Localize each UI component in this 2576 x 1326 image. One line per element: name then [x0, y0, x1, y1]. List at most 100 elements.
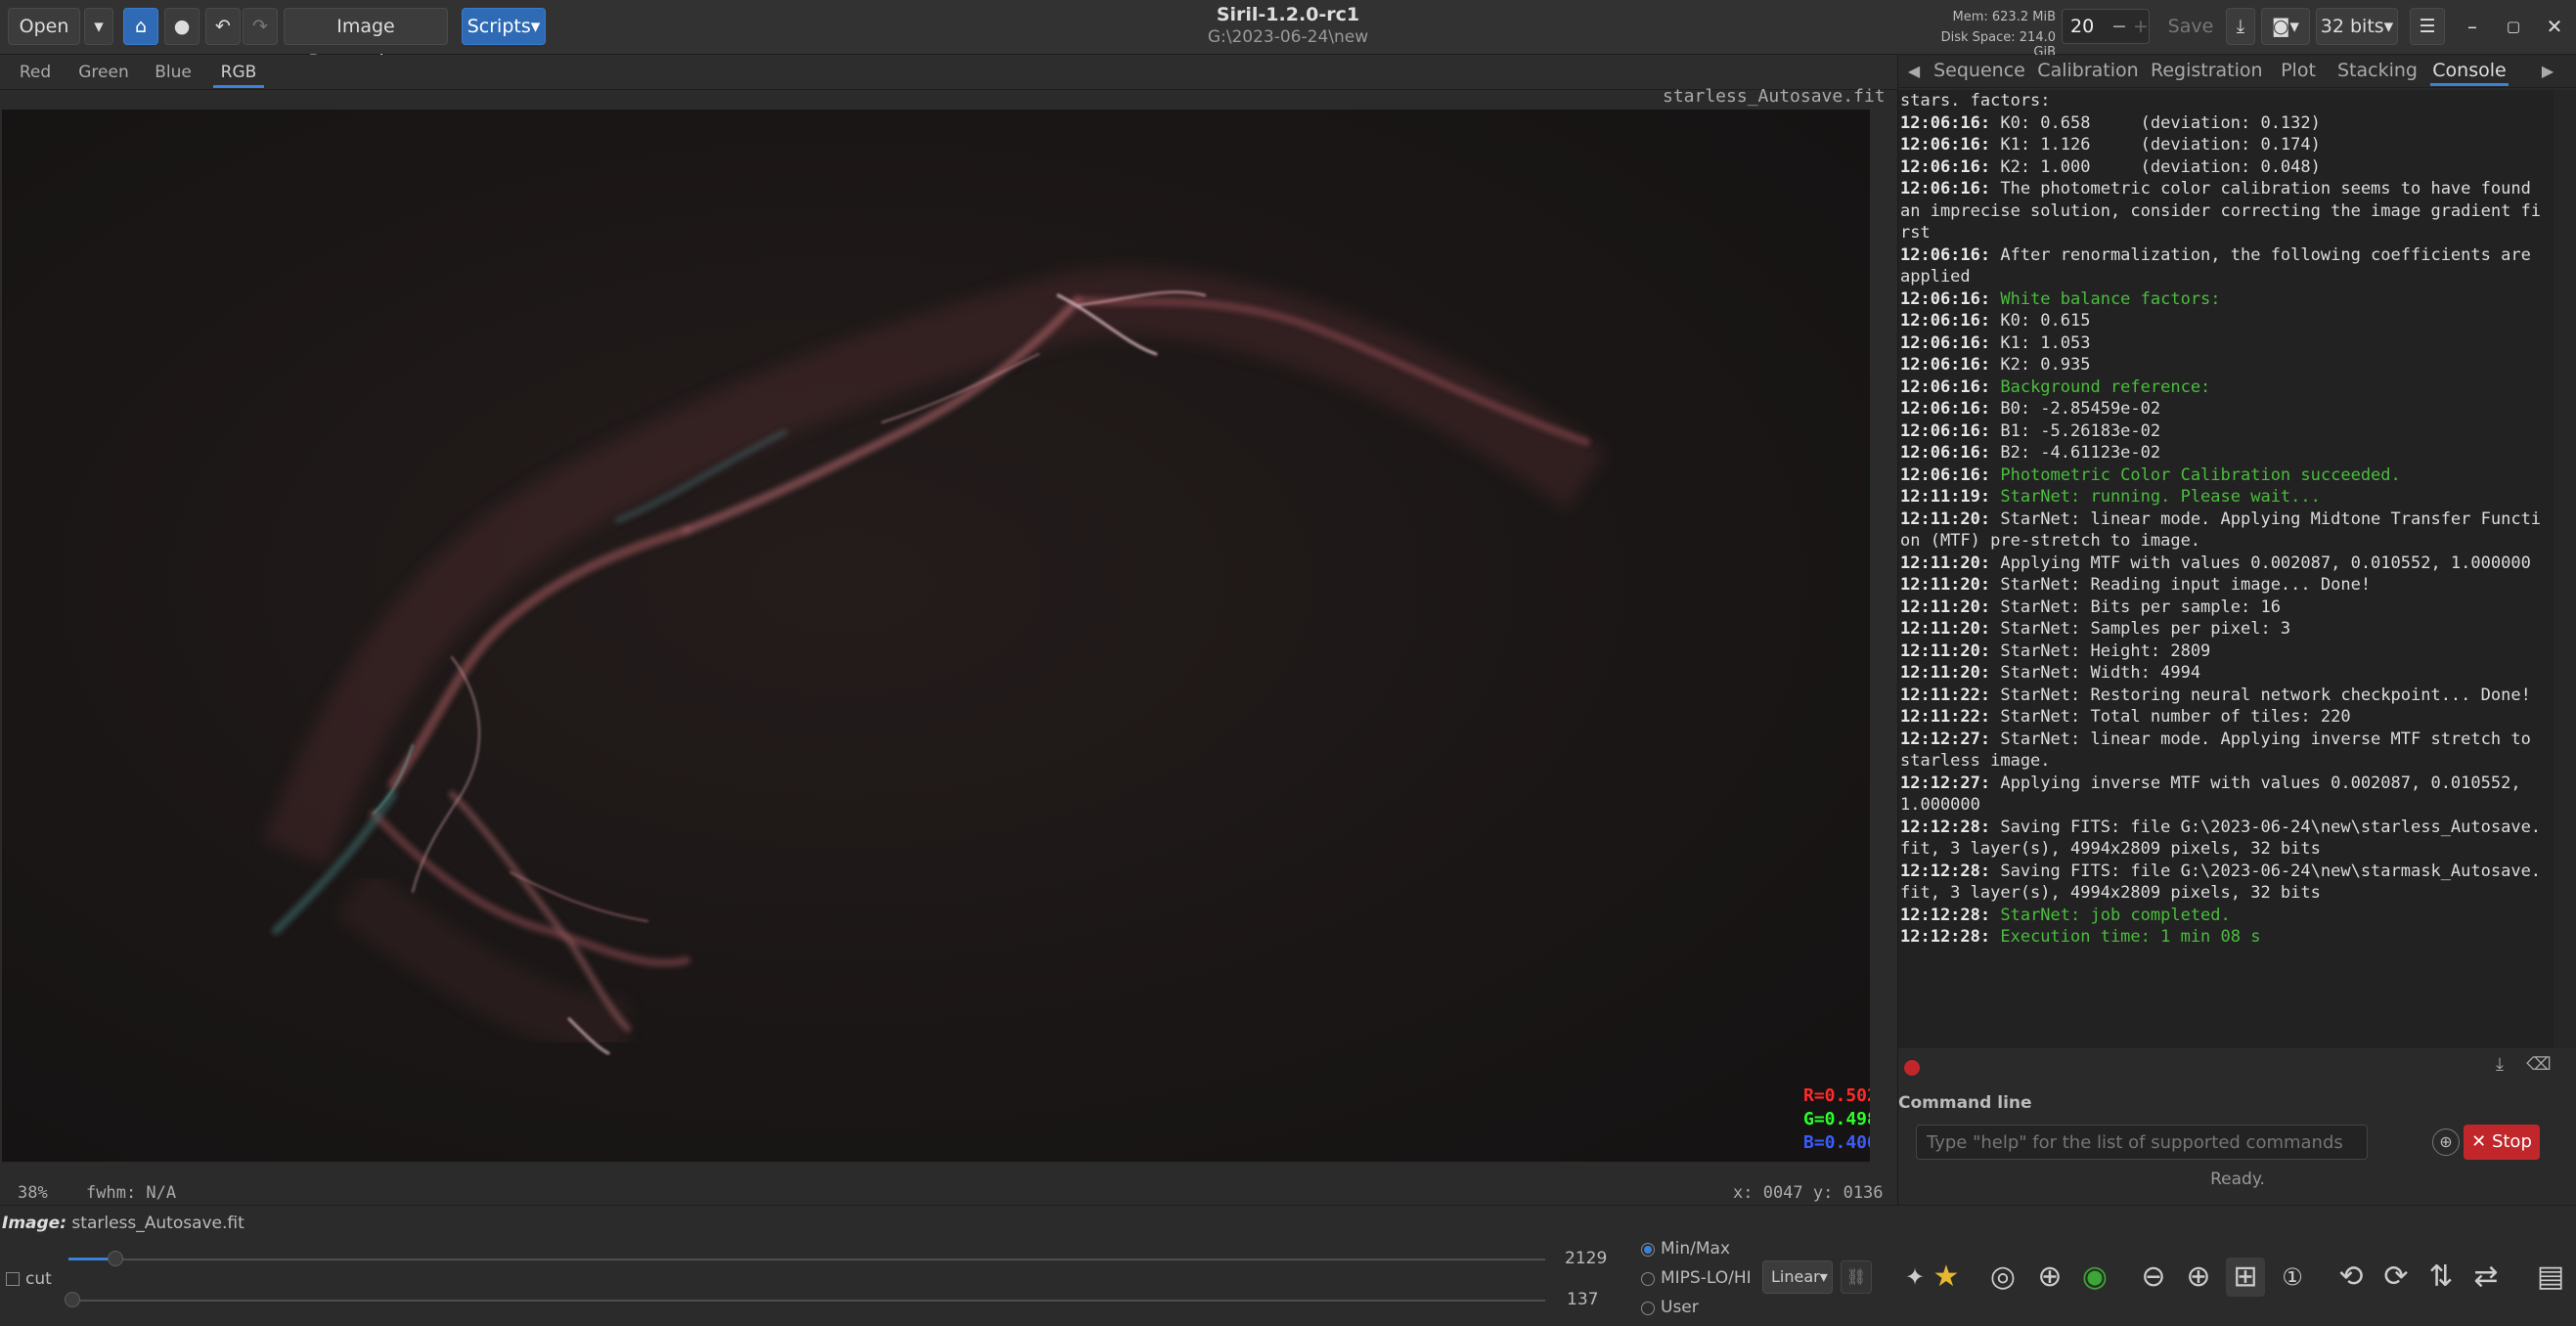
max-slider-handle[interactable]	[108, 1251, 123, 1266]
zoom-100-button[interactable]: ①	[2273, 1258, 2312, 1297]
threads-spinbox[interactable]: 20 − +	[2062, 9, 2150, 44]
console-line: 12:12:27: Applying inverse MTF with valu…	[1900, 773, 2550, 817]
console-line: 12:06:16: K0: 0.658 (deviation: 0.132)	[1900, 112, 2550, 135]
console-message: The photometric color calibration seems …	[1900, 179, 2542, 243]
console-timestamp: 12:11:20:	[1900, 641, 1991, 661]
console-line: 12:12:28: StarNet: job completed.	[1900, 905, 2550, 927]
console-message: After renormalization, the following coe…	[1900, 244, 2542, 287]
zoom-out-button[interactable]: ⊖	[2134, 1258, 2173, 1297]
open-button[interactable]: Open	[8, 8, 80, 45]
snapshot-button[interactable]: ◙▾	[2261, 8, 2310, 45]
tab-scroll-left[interactable]: ◀	[1904, 59, 1924, 84]
user-radio[interactable]	[1641, 1302, 1655, 1315]
help-icon: ⊕	[2439, 1132, 2453, 1151]
rotate-right-button[interactable]: ⟳	[2376, 1258, 2416, 1297]
min-slider-handle[interactable]	[65, 1292, 80, 1307]
zoom-fit-button[interactable]: ⊞	[2226, 1258, 2265, 1297]
save-button[interactable]: Save	[2159, 8, 2222, 45]
close-button[interactable]: ✕	[2535, 10, 2574, 43]
star-finder-button[interactable]: ★	[1927, 1258, 1966, 1297]
fwhm-readout: fwhm: N/A	[86, 1183, 177, 1203]
min-slider-track[interactable]	[68, 1300, 1545, 1302]
cut-label: cut	[25, 1269, 52, 1289]
download-icon: ⤓	[2496, 1054, 2504, 1075]
rgb-align-button[interactable]: ⇄	[2466, 1258, 2506, 1297]
one-to-one-icon: ①	[2282, 1263, 2303, 1291]
console-line: 12:06:16: B1: -5.26183e-02	[1900, 420, 2550, 443]
stop-label: Stop	[2491, 1131, 2532, 1152]
console-timestamp: 12:06:16:	[1900, 399, 1991, 419]
link-button[interactable]: ⛓	[1841, 1260, 1872, 1294]
tab-registration[interactable]: Registration	[2151, 57, 2263, 86]
console-line: 12:06:16: White balance factors:	[1900, 288, 2550, 311]
image-viewport[interactable]: R=0.502% G=0.498% B=0.400%	[2, 110, 1870, 1162]
redo-button[interactable]: ↷	[243, 8, 278, 45]
tab-rgb[interactable]: RGB	[213, 59, 264, 88]
record-icon: ●	[173, 16, 191, 37]
save-log-button[interactable]: ⤓	[2487, 1054, 2512, 1080]
rotate-left-button[interactable]: ⟲	[2332, 1258, 2371, 1297]
increment-icon[interactable]: +	[2133, 10, 2149, 43]
mirror-button[interactable]: ⇅	[2421, 1258, 2461, 1297]
dynamic-psf-button[interactable]: ◎	[1983, 1258, 2022, 1297]
command-input[interactable]	[1916, 1125, 2368, 1160]
image-name: starless_Autosave.fit	[71, 1214, 244, 1233]
console-line: 12:12:28: Saving FITS: file G:\2023-06-2…	[1900, 817, 2550, 861]
bit-depth-menu[interactable]: 32 bits▾	[2316, 8, 2398, 45]
cut-checkbox[interactable]	[6, 1272, 20, 1286]
console-message: K1: 1.126 (deviation: 0.174)	[1990, 135, 2321, 155]
console-line: stars. factors:	[1900, 90, 2550, 112]
console-message: K2: 1.000 (deviation: 0.048)	[1990, 156, 2321, 177]
mips-radio[interactable]	[1641, 1272, 1655, 1286]
tab-green[interactable]: Green	[74, 59, 133, 88]
tab-sequence[interactable]: Sequence	[1933, 57, 2025, 86]
console-line: 12:06:16: K1: 1.126 (deviation: 0.174)	[1900, 134, 2550, 156]
max-value: 2129	[1565, 1249, 1608, 1268]
scripts-menu[interactable]: Scripts▾	[462, 8, 546, 45]
tab-plot[interactable]: Plot	[2272, 57, 2325, 86]
tab-calibration[interactable]: Calibration	[2037, 57, 2139, 86]
undo-button[interactable]: ↶	[205, 8, 241, 45]
console-timestamp: 12:12:27:	[1900, 773, 1991, 793]
right-panel: ◀ Sequence Calibration Registration Plot…	[1897, 55, 2576, 1205]
console-timestamp: 12:06:16:	[1900, 311, 1991, 331]
livestack-button[interactable]: ●	[164, 8, 200, 45]
console-timestamp: 12:06:16:	[1900, 376, 1991, 397]
help-button[interactable]: ⊕	[2432, 1128, 2460, 1156]
max-slider-track[interactable]	[68, 1259, 1545, 1260]
console-timestamp: 12:06:16:	[1900, 332, 1991, 353]
console-message: StarNet: linear mode. Applying inverse M…	[1900, 729, 2542, 772]
console-message: StarNet: Total number of tiles: 220	[1990, 707, 2351, 727]
tab-blue[interactable]: Blue	[149, 59, 198, 88]
open-recent-dropdown[interactable]: ▾	[84, 8, 113, 45]
annotate-button[interactable]: ◉	[2075, 1258, 2114, 1297]
minimize-button[interactable]: –	[2453, 10, 2492, 43]
console-scrollbar[interactable]	[2554, 90, 2576, 1048]
console-line: 12:06:16: The photometric color calibrat…	[1900, 178, 2550, 244]
image-processing-menu[interactable]: Image Processing ▾	[284, 8, 448, 72]
console-timestamp: 12:12:28:	[1900, 905, 1991, 925]
tab-stacking[interactable]: Stacking	[2336, 57, 2419, 86]
minmax-radio[interactable]	[1641, 1243, 1655, 1257]
tab-scroll-right[interactable]: ▶	[2538, 59, 2557, 84]
tab-red[interactable]: Red	[10, 59, 61, 88]
stop-button[interactable]: ✕ Stop	[2464, 1125, 2540, 1160]
home-button[interactable]: ⌂	[123, 8, 158, 45]
console-message: Saving FITS: file G:\2023-06-24\new\star…	[1900, 817, 2542, 860]
scale-label: Linear	[1771, 1267, 1820, 1286]
zoom-in-button[interactable]: ⊕	[2179, 1258, 2218, 1297]
zoom-level: 38%	[18, 1183, 48, 1203]
scale-menu[interactable]: Linear▾	[1762, 1260, 1833, 1294]
tab-console[interactable]: Console	[2430, 57, 2509, 86]
record-indicator-icon	[1904, 1060, 1920, 1076]
chevron-down-icon: ▾	[1819, 1267, 1828, 1286]
console-line: 12:06:16: Photometric Color Calibration …	[1900, 464, 2550, 487]
clear-log-button[interactable]: ⌫	[2524, 1054, 2554, 1080]
decrement-icon[interactable]: −	[2111, 10, 2127, 43]
image-info-button[interactable]: ▤	[2531, 1258, 2570, 1297]
main-menu-button[interactable]: ☰	[2410, 8, 2445, 45]
plate-solve-button[interactable]: ⊕	[2030, 1258, 2069, 1297]
console-log[interactable]: stars. factors: 12:06:16: K0: 0.658 (devi…	[1898, 90, 2554, 1048]
maximize-button[interactable]: ▢	[2494, 10, 2533, 43]
save-as-button[interactable]: ⤓	[2226, 8, 2255, 45]
